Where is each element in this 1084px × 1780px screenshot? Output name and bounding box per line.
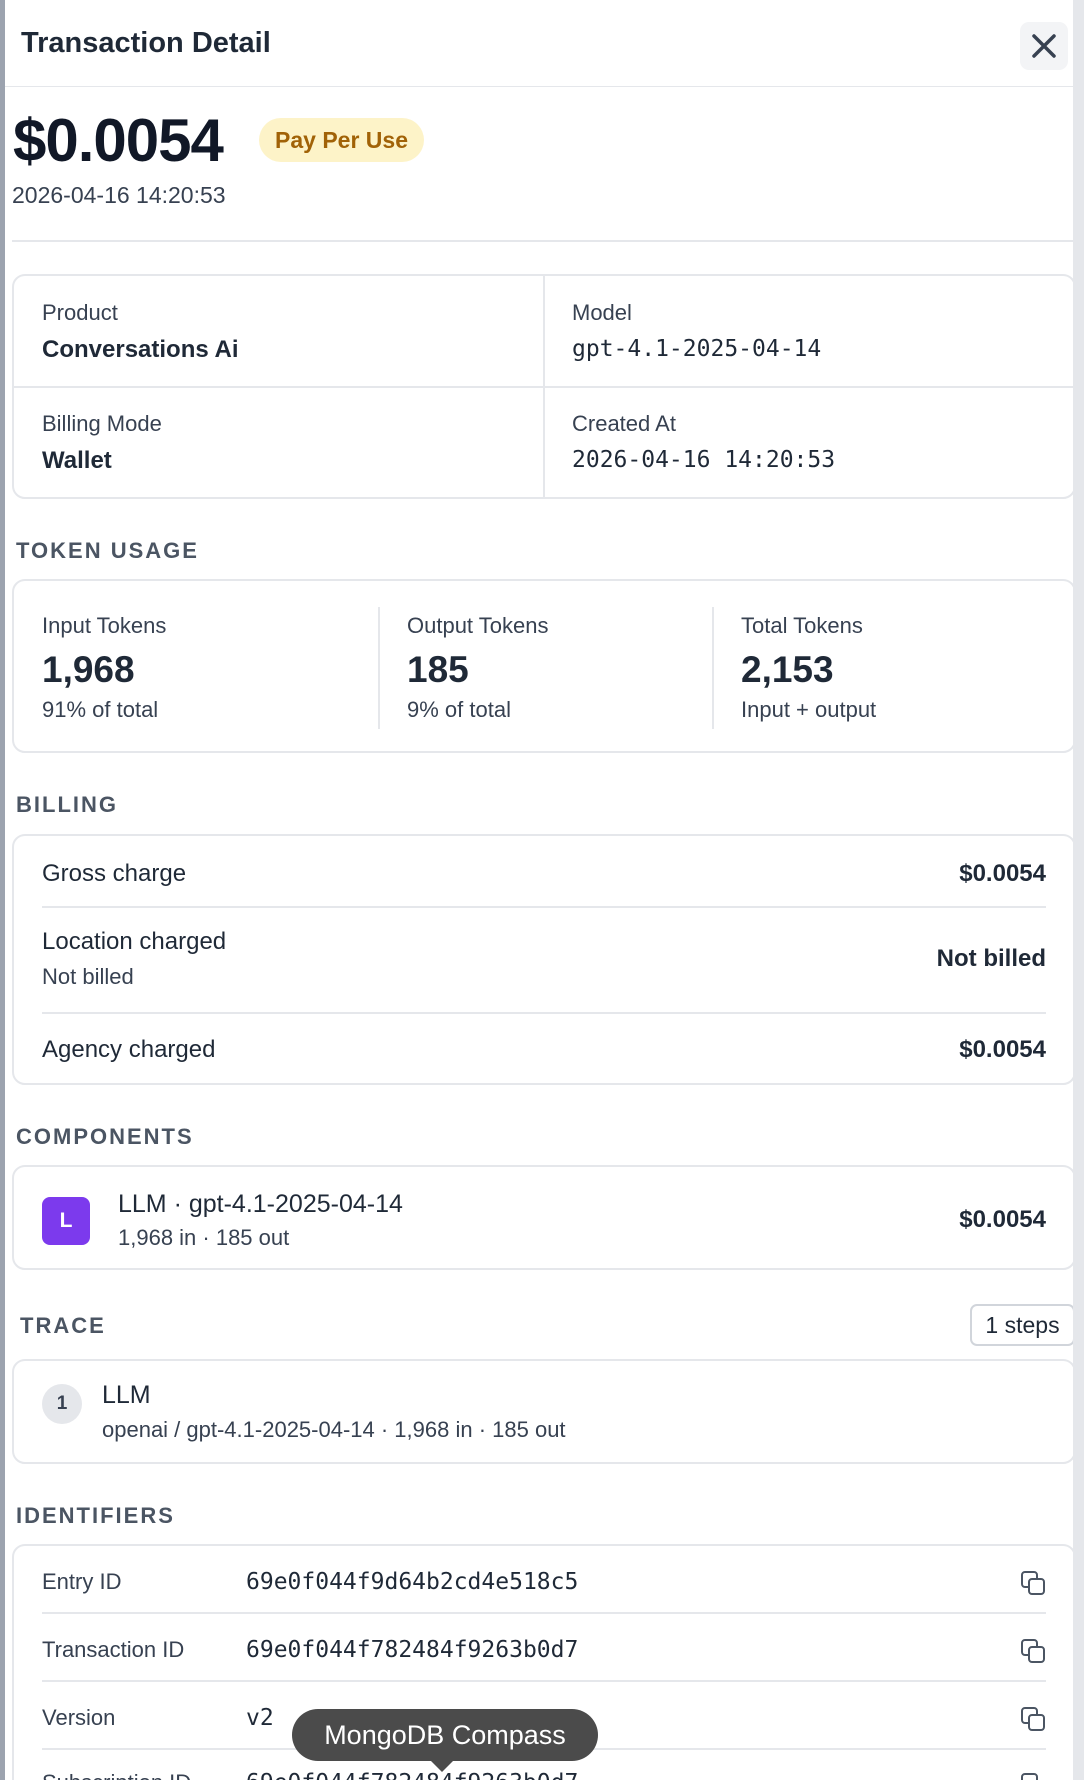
transaction-amount: $0.0054 bbox=[13, 107, 224, 174]
component-token-counts: 1,968 in · 185 out bbox=[118, 1225, 290, 1250]
model-label: Model bbox=[572, 300, 632, 325]
product-cell: Product Conversations Ai bbox=[14, 276, 543, 386]
total-tokens-value: 2,153 bbox=[741, 649, 834, 690]
copy-transaction-id-icon[interactable] bbox=[1020, 1638, 1046, 1664]
info-card: Product Conversations Ai Model gpt-4.1-2… bbox=[12, 274, 1073, 499]
step-number: 1 bbox=[42, 1384, 82, 1424]
output-tokens-share: 9% of total bbox=[407, 697, 511, 722]
agency-charged-value: $0.0054 bbox=[959, 1036, 1046, 1063]
created-at-cell: Created At 2026-04-16 14:20:53 bbox=[544, 388, 1073, 498]
product-value: Conversations Ai bbox=[42, 336, 239, 363]
component-item[interactable]: L LLM · gpt-4.1-2025-04-14 1,968 in · 18… bbox=[12, 1165, 1073, 1270]
component-title: LLM · gpt-4.1-2025-04-14 bbox=[118, 1190, 403, 1218]
input-tokens-value: 1,968 bbox=[42, 649, 135, 690]
location-charged-label: Location charged bbox=[42, 928, 227, 955]
total-tokens-sub: Input + output bbox=[741, 697, 877, 722]
agency-charged-label: Agency charged bbox=[42, 1036, 216, 1063]
token-usage-heading: TOKEN USAGE bbox=[16, 538, 199, 563]
window-edge-right bbox=[1073, 0, 1084, 1780]
identifier-divider bbox=[42, 1680, 1046, 1682]
transaction-detail-panel: Transaction Detail $0.0054 Pay Per Use 2… bbox=[5, 0, 1073, 1780]
transaction-id-label: Transaction ID bbox=[42, 1637, 185, 1662]
input-tokens-label: Input Tokens bbox=[42, 613, 167, 638]
input-tokens-share: 91% of total bbox=[42, 697, 159, 722]
step-details: openai / gpt-4.1-2025-04-14 · 1,968 in ·… bbox=[102, 1417, 566, 1442]
token-divider bbox=[378, 607, 380, 729]
version-label: Version bbox=[42, 1705, 116, 1730]
dock-tooltip-arrow bbox=[430, 1760, 454, 1772]
panel-title: Transaction Detail bbox=[21, 27, 271, 59]
identifiers-heading: IDENTIFIERS bbox=[16, 1503, 175, 1528]
summary-divider bbox=[12, 240, 1073, 242]
total-tokens-label: Total Tokens bbox=[741, 613, 863, 638]
token-divider bbox=[712, 607, 714, 729]
copy-subscription-id-icon[interactable] bbox=[1020, 1772, 1046, 1780]
version-value: v2 bbox=[246, 1705, 274, 1731]
panel-header: Transaction Detail bbox=[5, 0, 1073, 87]
billing-type-badge: Pay Per Use bbox=[259, 118, 424, 162]
created-at-label: Created At bbox=[572, 411, 676, 436]
location-charged-value: Not billed bbox=[936, 945, 1046, 972]
output-tokens-label: Output Tokens bbox=[407, 613, 549, 638]
token-usage-card: Input Tokens 1,968 91% of total Output T… bbox=[12, 579, 1073, 753]
close-icon bbox=[1032, 34, 1056, 58]
model-cell: Model gpt-4.1-2025-04-14 bbox=[544, 276, 1073, 386]
gross-charge-row: Gross charge $0.0054 bbox=[42, 836, 1046, 908]
transaction-id-value: 69e0f044f782484f9263b0d7 bbox=[246, 1637, 579, 1663]
model-value: gpt-4.1-2025-04-14 bbox=[572, 336, 822, 362]
billing-mode-cell: Billing Mode Wallet bbox=[14, 388, 543, 498]
gross-charge-value: $0.0054 bbox=[959, 860, 1046, 887]
component-price: $0.0054 bbox=[959, 1206, 1046, 1233]
product-label: Product bbox=[42, 300, 118, 325]
trace-heading: TRACE bbox=[20, 1313, 106, 1338]
llm-component-icon: L bbox=[42, 1197, 90, 1245]
agency-charged-row: Agency charged $0.0054 bbox=[42, 1014, 1046, 1084]
location-charged-row: Location charged Not billed Not billed bbox=[42, 908, 1046, 1012]
transaction-timestamp: 2026-04-16 14:20:53 bbox=[12, 182, 226, 208]
subscription-id-value: 69e0f044f782484f9263b0d7 bbox=[246, 1770, 578, 1780]
output-tokens-value: 185 bbox=[407, 649, 469, 690]
location-charged-sub: Not billed bbox=[42, 964, 134, 989]
created-at-value: 2026-04-16 14:20:53 bbox=[572, 447, 836, 473]
dock-tooltip: MongoDB Compass bbox=[292, 1709, 598, 1761]
trace-step[interactable]: 1 LLM openai / gpt-4.1-2025-04-14 · 1,96… bbox=[12, 1359, 1073, 1464]
components-heading: COMPONENTS bbox=[16, 1124, 194, 1149]
billing-card: Gross charge $0.0054 Location charged No… bbox=[12, 834, 1073, 1085]
copy-version-icon[interactable] bbox=[1020, 1706, 1046, 1732]
entry-id-value: 69e0f044f9d64b2cd4e518c5 bbox=[246, 1569, 579, 1595]
subscription-id-label: Subscription ID bbox=[42, 1770, 191, 1780]
billing-mode-value: Wallet bbox=[42, 447, 112, 474]
close-button[interactable] bbox=[1020, 22, 1068, 70]
billing-mode-label: Billing Mode bbox=[42, 411, 162, 436]
entry-id-label: Entry ID bbox=[42, 1569, 122, 1594]
trace-steps-badge: 1 steps bbox=[970, 1304, 1073, 1346]
step-title: LLM bbox=[102, 1381, 151, 1409]
billing-heading: BILLING bbox=[16, 792, 118, 817]
gross-charge-label: Gross charge bbox=[42, 860, 187, 887]
identifier-divider bbox=[42, 1612, 1046, 1614]
copy-entry-id-icon[interactable] bbox=[1020, 1570, 1046, 1596]
